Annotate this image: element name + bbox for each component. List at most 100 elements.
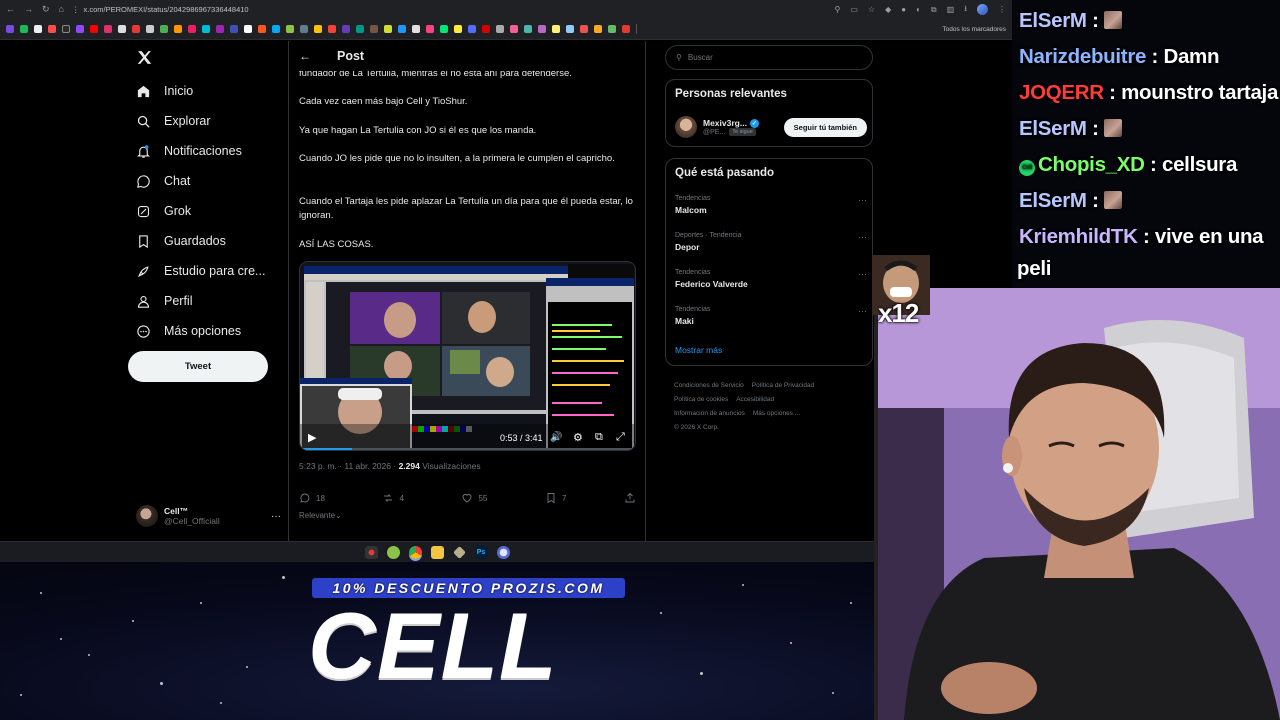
bookmark-icon[interactable] xyxy=(20,25,28,33)
bookmark-icon[interactable] xyxy=(356,25,364,33)
bookmark-icon[interactable] xyxy=(118,25,126,33)
bookmark-icon[interactable] xyxy=(552,25,560,33)
bookmark-icon[interactable] xyxy=(454,25,462,33)
bookmark-button[interactable]: 7 xyxy=(545,491,566,505)
site-info-icon[interactable]: ⋮ xyxy=(72,5,80,14)
search-box[interactable]: ⚲ xyxy=(665,45,873,70)
bookmark-icon[interactable] xyxy=(132,25,140,33)
reply-button[interactable]: 18 xyxy=(299,491,325,505)
nav-item-inicio[interactable]: Inicio xyxy=(136,80,193,102)
nav-item-grok[interactable]: Grok xyxy=(136,200,191,222)
footer-link[interactable]: Más opciones ... xyxy=(753,410,800,417)
bookmark-icon[interactable] xyxy=(258,25,266,33)
photoshop-icon[interactable]: Ps xyxy=(474,545,488,559)
trend-item[interactable]: Deportes · Tendencia Depor ··· xyxy=(675,232,867,252)
puzzle-icon[interactable]: ⧉ xyxy=(931,5,937,15)
extension-icon[interactable]: ◐ xyxy=(916,5,921,14)
bookmark-icon[interactable] xyxy=(538,25,546,33)
bookmark-icon[interactable] xyxy=(622,25,630,33)
back-arrow-icon[interactable]: ← xyxy=(299,49,311,63)
nav-item-guardados[interactable]: Guardados xyxy=(136,230,226,252)
search-input[interactable] xyxy=(687,53,848,62)
footer-link[interactable]: Política de Privacidad xyxy=(752,382,815,389)
bookmark-icon[interactable] xyxy=(146,25,154,33)
show-more-link[interactable]: Mostrar más xyxy=(675,345,722,355)
app-icon[interactable] xyxy=(386,545,400,559)
more-icon[interactable]: ··· xyxy=(271,511,281,522)
pip-icon[interactable]: ⧉ xyxy=(595,431,603,444)
home-icon[interactable]: ⌂ xyxy=(59,4,64,15)
bookmark-icon[interactable] xyxy=(188,25,196,33)
bookmark-icon[interactable] xyxy=(286,25,294,33)
star-icon[interactable]: ☆ xyxy=(868,5,875,14)
more-icon[interactable]: ··· xyxy=(858,232,867,242)
tweet-button[interactable]: Tweet xyxy=(128,351,268,382)
nav-item-mas-opciones[interactable]: Más opciones xyxy=(136,320,241,342)
sidebar-icon[interactable]: ▥ xyxy=(947,5,955,14)
bookmark-icon[interactable] xyxy=(342,25,350,33)
bookmark-icon[interactable] xyxy=(608,25,616,33)
bookmark-icon[interactable] xyxy=(398,25,406,33)
bookmark-icon[interactable] xyxy=(482,25,490,33)
more-icon[interactable]: ··· xyxy=(858,269,867,279)
bookmark-icon[interactable] xyxy=(580,25,588,33)
bookmark-icon[interactable] xyxy=(34,25,42,33)
reply-sort-dropdown[interactable]: Relevante⌄ xyxy=(299,511,342,520)
bookmark-icon[interactable] xyxy=(314,25,322,33)
volume-icon[interactable]: 🔊 xyxy=(550,432,562,443)
like-button[interactable]: 55 xyxy=(461,491,487,505)
trend-item[interactable]: Tendencias Maki ··· xyxy=(675,306,867,326)
more-icon[interactable]: ··· xyxy=(858,195,867,205)
play-icon[interactable]: ▶ xyxy=(308,431,316,444)
extension-icon[interactable]: ◆ xyxy=(885,5,891,14)
menu-icon[interactable]: ⋮ xyxy=(998,5,1006,14)
bookmark-icon[interactable] xyxy=(328,25,336,33)
bookmark-icon[interactable] xyxy=(76,25,84,33)
chrome-icon[interactable] xyxy=(408,545,422,559)
back-icon[interactable]: ← xyxy=(6,4,15,15)
bookmark-icon[interactable] xyxy=(496,25,504,33)
nav-item-explorar[interactable]: Explorar xyxy=(136,110,211,132)
bookmark-icon[interactable] xyxy=(202,25,210,33)
bookmark-icon[interactable] xyxy=(230,25,238,33)
reload-icon[interactable]: ↻ xyxy=(42,4,50,15)
relevant-person[interactable]: Mexiv3rg... ✓ @PE... Te sigue Seguir tú ta… xyxy=(675,114,867,140)
profile-avatar-icon[interactable] xyxy=(977,4,988,15)
url-field[interactable]: x.com/PEROMEXI/status/204298696733644841… xyxy=(83,5,248,14)
footer-link[interactable]: Accesibilidad xyxy=(736,396,774,403)
bookmark-icon[interactable] xyxy=(524,25,532,33)
bookmark-icon[interactable] xyxy=(426,25,434,33)
cast-icon[interactable]: ▭ xyxy=(850,5,858,14)
fullscreen-icon[interactable]: ⤢ xyxy=(616,431,625,444)
bookmark-icon[interactable] xyxy=(244,25,252,33)
post-timestamp[interactable]: 5:23 p. m. · 11 abr. 2026 · xyxy=(299,461,396,471)
bookmark-icon[interactable] xyxy=(104,25,112,33)
zoom-icon[interactable]: ⚲ xyxy=(834,5,840,14)
bookmark-icon[interactable] xyxy=(160,25,168,33)
bookmark-icon[interactable] xyxy=(6,25,14,33)
bookmark-icon[interactable] xyxy=(370,25,378,33)
more-icon[interactable]: ··· xyxy=(858,306,867,316)
bookmark-icon[interactable] xyxy=(440,25,448,33)
all-bookmarks-folder[interactable]: Todos los marcadores xyxy=(942,26,1006,33)
nav-item-estudio[interactable]: Estudio para cre... xyxy=(136,260,265,282)
repost-button[interactable]: 4 xyxy=(382,491,404,505)
bookmark-icon[interactable] xyxy=(174,25,182,33)
x-logo-icon[interactable] xyxy=(136,49,153,66)
follow-button[interactable]: Seguir tú también xyxy=(783,117,867,137)
footer-link[interactable]: Información de anuncios xyxy=(674,410,745,417)
app-icon[interactable] xyxy=(452,545,466,559)
folder-icon[interactable] xyxy=(430,545,444,559)
footer-link[interactable]: Política de cookies xyxy=(674,396,728,403)
bookmark-icon[interactable] xyxy=(90,25,98,33)
account-switcher[interactable]: Cell™ @Cell_Officiall ··· xyxy=(136,501,281,531)
video-player[interactable]: ▶ 0:53 / 3:41 🔊 ⚙ ⧉ ⤢ xyxy=(299,261,636,451)
trend-item[interactable]: Tendencias Malcom ··· xyxy=(675,195,867,215)
bookmark-icon[interactable] xyxy=(594,25,602,33)
footer-link[interactable]: Condiciones de Servicio xyxy=(674,382,744,389)
nav-item-chat[interactable]: Chat xyxy=(136,170,190,192)
bookmark-icon[interactable] xyxy=(384,25,392,33)
bookmark-icon[interactable] xyxy=(468,25,476,33)
obs-icon[interactable] xyxy=(364,545,378,559)
app-icon[interactable] xyxy=(496,545,510,559)
